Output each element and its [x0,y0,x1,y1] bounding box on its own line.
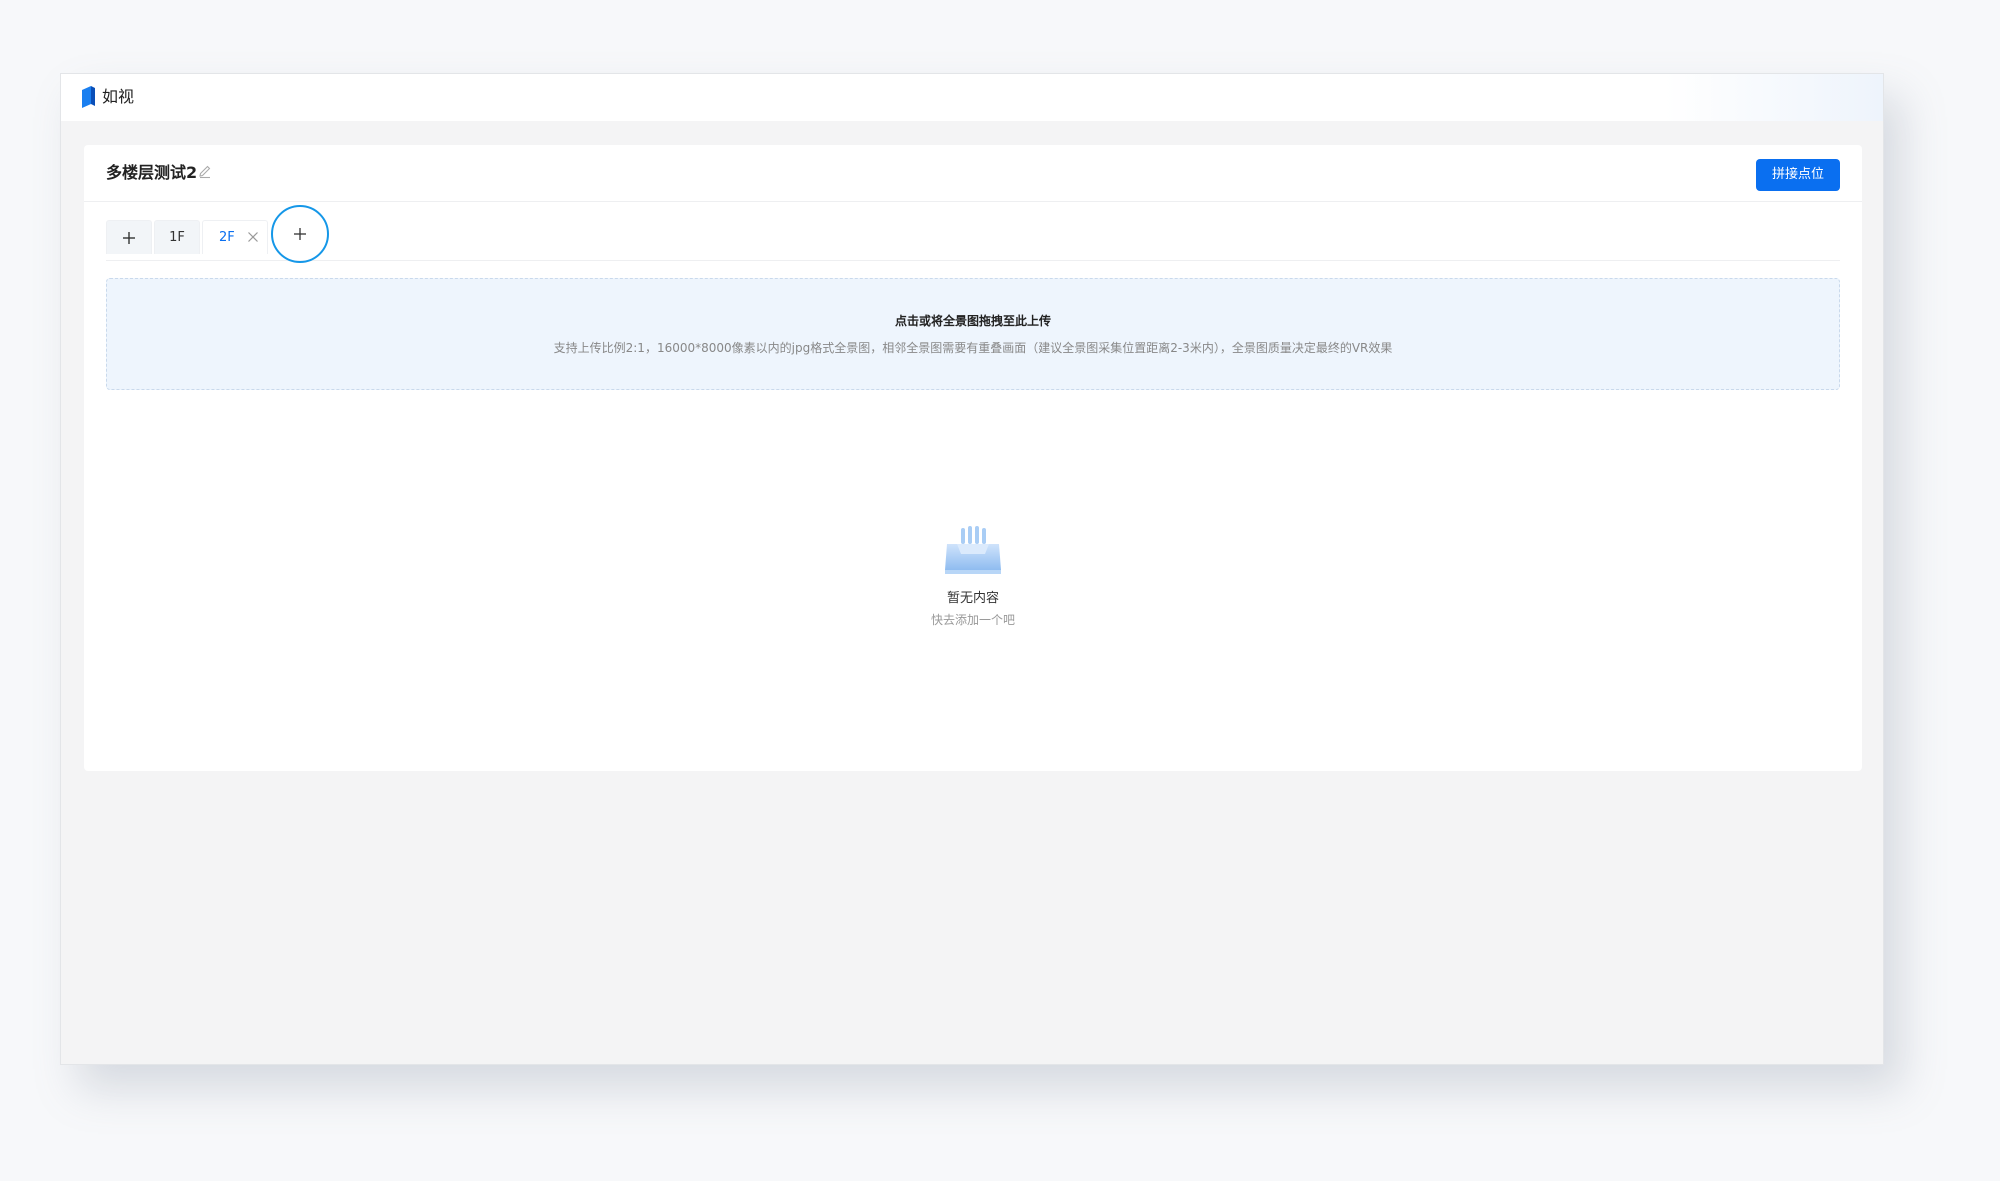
add-floor-button[interactable] [271,205,329,263]
empty-subtitle: 快去添加一个吧 [930,613,1015,627]
add-tab-button[interactable] [106,220,152,254]
app-window: 如视 多楼层测试2 拼接点位 1F 2F 点击或将全景图拖拽至此上传 支持上传比… [60,73,1884,1065]
plus-icon [123,231,135,244]
floor-tabs: 1F 2F [106,205,1840,263]
project-card: 多楼层测试2 拼接点位 1F 2F 点击或将全景图拖拽至此上传 支持上传比例2:… [84,145,1862,771]
ruishi-logo-icon [82,86,95,108]
empty-title: 暂无内容 [946,591,999,606]
project-title: 多楼层测试2 [106,163,198,182]
empty-box-icon [945,526,1001,574]
tab-label: 1F [169,230,185,245]
card-header: 多楼层测试2 拼接点位 [84,145,1862,202]
tab-2f[interactable]: 2F [202,220,268,254]
upload-hint: 支持上传比例2:1，16000*8000像素以内的jpg格式全景图，相邻全景图需… [553,341,1393,355]
pencil-icon[interactable] [197,163,213,179]
plus-icon [294,228,306,240]
panorama-upload-dropzone[interactable]: 点击或将全景图拖拽至此上传 支持上传比例2:1，16000*8000像素以内的j… [106,278,1840,390]
upload-title: 点击或将全景图拖拽至此上传 [894,314,1051,328]
close-icon[interactable] [247,231,259,243]
app-title: 如视 [102,87,135,106]
tab-1f[interactable]: 1F [154,220,200,254]
title-bar: 如视 [61,74,1883,121]
stitch-points-button[interactable]: 拼接点位 [1756,159,1840,191]
tab-label: 2F [219,230,235,245]
